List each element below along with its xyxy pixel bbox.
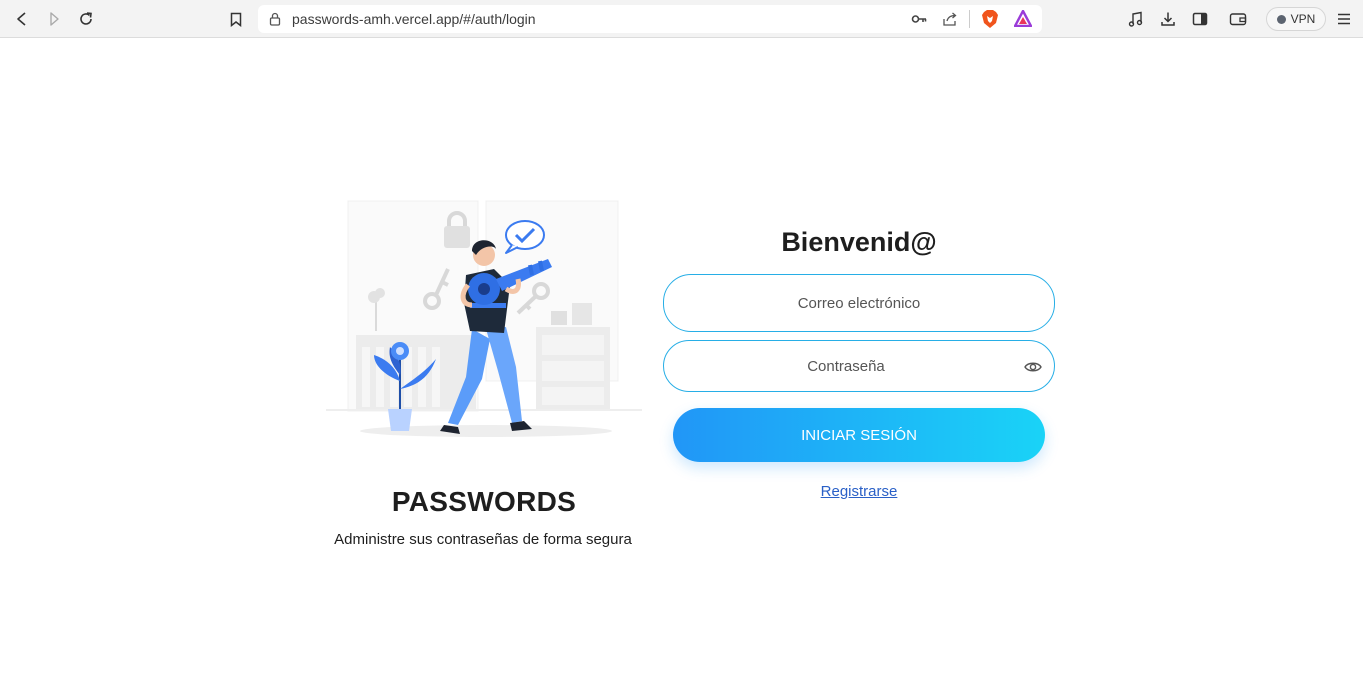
register-link[interactable]: Registrarse [663, 483, 1055, 500]
security-illustration [326, 199, 642, 444]
menu-icon[interactable] [1332, 7, 1356, 31]
vpn-status-icon [1276, 14, 1286, 24]
vpn-label: VPN [1290, 12, 1316, 26]
download-icon[interactable] [1156, 7, 1180, 31]
login-page: PASSWORDS Administre sus contraseñas de … [0, 39, 1363, 692]
share-icon[interactable] [942, 11, 958, 32]
key-icon[interactable] [911, 12, 927, 31]
password-field[interactable] [664, 341, 1054, 391]
brave-shields-icon[interactable] [981, 9, 999, 34]
address-bar[interactable]: passwords-amh.vercel.app/#/auth/login [258, 5, 1042, 33]
wallet-icon[interactable] [1226, 7, 1250, 31]
bookmark-icon[interactable] [224, 7, 248, 31]
show-password-icon[interactable] [1022, 356, 1044, 378]
password-field-wrapper [663, 340, 1055, 392]
email-field[interactable] [664, 275, 1054, 331]
reload-icon[interactable] [74, 7, 98, 31]
url-divider [969, 10, 970, 28]
email-field-wrapper [663, 274, 1055, 332]
back-icon[interactable] [10, 7, 34, 31]
vpn-button[interactable]: VPN [1266, 7, 1326, 31]
login-button[interactable]: INICIAR SESIÓN [673, 408, 1045, 462]
welcome-heading: Bienvenid@ [781, 227, 937, 257]
sidebar-icon[interactable] [1188, 7, 1212, 31]
url-text: passwords-amh.vercel.app/#/auth/login [292, 11, 536, 27]
lock-icon [269, 12, 281, 31]
music-icon[interactable] [1124, 7, 1148, 31]
brand-subtitle: Administre sus contraseñas de forma segu… [334, 531, 632, 548]
browser-toolbar: passwords-amh.vercel.app/#/auth/login VP… [0, 0, 1363, 38]
brave-rewards-icon[interactable] [1013, 9, 1033, 32]
forward-icon[interactable] [42, 7, 66, 31]
brand-title: PASSWORDS [391, 486, 577, 517]
